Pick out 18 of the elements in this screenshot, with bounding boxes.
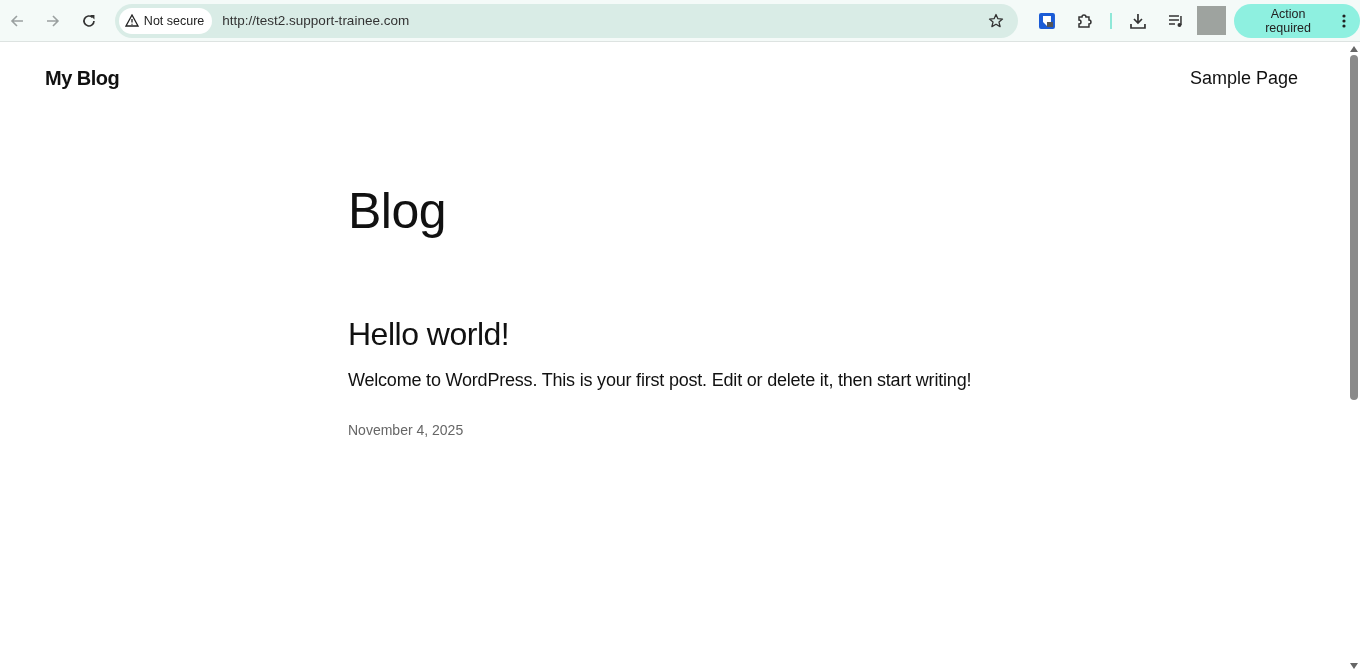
action-required-button[interactable]: Action required	[1234, 3, 1360, 38]
site-title[interactable]: My Blog	[45, 66, 120, 90]
more-icon	[1342, 13, 1346, 28]
scroll-up-icon[interactable]	[1350, 46, 1358, 52]
url-text: http://test2.support-trainee.com	[222, 13, 411, 28]
bookmark-star-icon[interactable]	[988, 12, 1005, 29]
post-excerpt: Welcome to WordPress. This is your first post. Edit or delete it, then start writing!	[348, 370, 973, 391]
post-date[interactable]: November 4, 2025	[348, 422, 1298, 438]
scroll-down-icon[interactable]	[1350, 663, 1358, 669]
page-title: Blog	[348, 182, 448, 241]
warning-icon	[124, 14, 139, 27]
address-bar[interactable]: Not secure http://test2.support-trainee.com	[114, 3, 1019, 38]
puzzle-icon[interactable]	[1076, 11, 1095, 30]
nav-link[interactable]: Sample Page	[1189, 67, 1298, 88]
download-icon[interactable]	[1129, 11, 1148, 30]
security-chip[interactable]: Not secure	[118, 7, 213, 34]
reload-icon[interactable]	[80, 12, 97, 29]
post-title[interactable]: Hello world!	[348, 316, 1298, 353]
